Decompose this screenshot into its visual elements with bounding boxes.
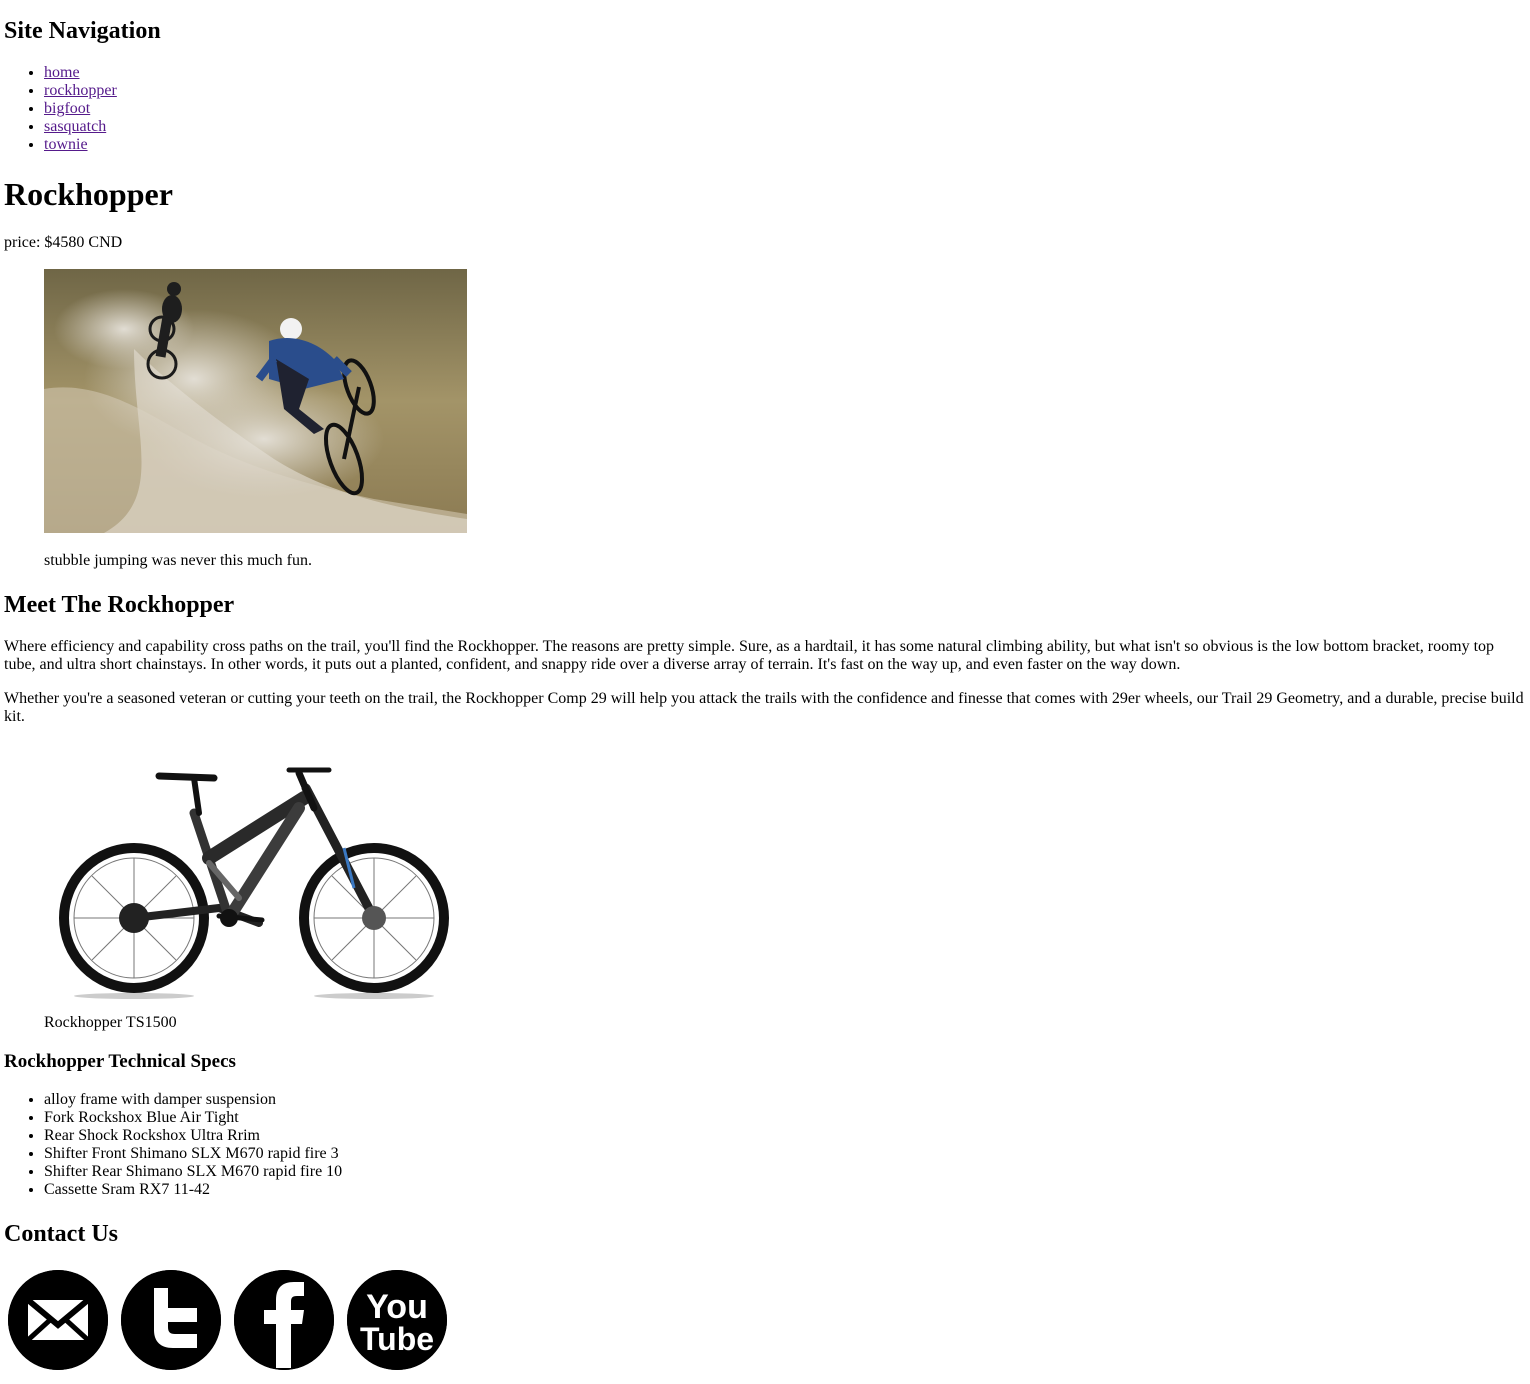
nav-link-home[interactable]: home — [44, 64, 80, 81]
nav-item-sasquatch: sasquatch — [44, 118, 117, 136]
nav-link-bigfoot[interactable]: bigfoot — [44, 100, 90, 117]
spec-item: Rear Shock Rockshox Ultra Rrim — [44, 1127, 342, 1145]
nav-item-home: home — [44, 64, 117, 82]
riders-illustration — [44, 269, 467, 533]
youtube-icon-bottom-text: Tube — [360, 1321, 434, 1357]
nav-link-townie[interactable]: townie — [44, 136, 88, 153]
facebook-icon — [234, 1270, 334, 1370]
meet-paragraph-1: Where efficiency and capability cross pa… — [4, 638, 1495, 673]
contact-heading: Contact Us — [4, 1221, 118, 1247]
nav-item-bigfoot: bigfoot — [44, 100, 117, 118]
meet-heading: Meet The Rockhopper — [4, 592, 235, 618]
nav-item-rockhopper: rockhopper — [44, 82, 117, 100]
twitter-icon — [121, 1270, 221, 1370]
spec-item: Shifter Front Shimano SLX M670 rapid fir… — [44, 1145, 342, 1163]
bike-photo-caption: Rockhopper TS1500 — [44, 1014, 177, 1031]
bike-photo — [44, 748, 467, 1004]
hero-photo-caption: stubble jumping was never this much fun. — [44, 552, 312, 569]
specs-list: alloy frame with damper suspension Fork … — [4, 1091, 342, 1199]
spec-item: Shifter Rear Shimano SLX M670 rapid fire… — [44, 1163, 342, 1181]
email-icon — [8, 1270, 108, 1370]
email-link[interactable] — [8, 1270, 108, 1370]
spec-item: Cassette Sram RX7 11-42 — [44, 1181, 342, 1199]
meet-paragraph-2: Whether you're a seasoned veteran or cut… — [4, 690, 1524, 725]
youtube-link[interactable]: You Tube — [347, 1270, 447, 1370]
youtube-icon: You Tube — [347, 1270, 447, 1370]
site-navigation-list: home rockhopper bigfoot sasquatch townie — [4, 64, 117, 154]
specs-heading: Rockhopper Technical Specs — [4, 1051, 236, 1072]
twitter-link[interactable] — [121, 1270, 221, 1370]
hero-photo-riders — [44, 269, 467, 533]
nav-item-townie: townie — [44, 136, 117, 154]
product-title: Rockhopper — [4, 176, 173, 212]
product-price: price: $4580 CND — [4, 234, 123, 251]
nav-link-sasquatch[interactable]: sasquatch — [44, 118, 106, 135]
nav-link-rockhopper[interactable]: rockhopper — [44, 82, 117, 99]
spec-item: Fork Rockshox Blue Air Tight — [44, 1109, 342, 1127]
social-links: You Tube — [8, 1270, 447, 1370]
mountain-bike-illustration — [59, 767, 449, 999]
spec-item: alloy frame with damper suspension — [44, 1091, 342, 1109]
site-navigation-heading: Site Navigation — [4, 18, 161, 44]
facebook-link[interactable] — [234, 1270, 334, 1370]
